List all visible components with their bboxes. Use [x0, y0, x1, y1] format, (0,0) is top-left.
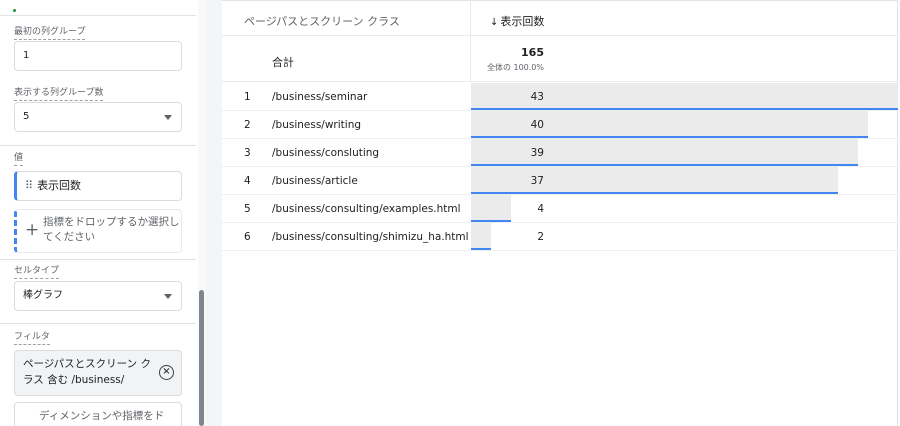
page-path: /business/consulting/shimizu_ha.html — [272, 231, 469, 243]
show-col-groups-select[interactable]: 5 — [14, 102, 182, 132]
row-value: 2 — [537, 231, 544, 243]
total-value: 165 — [521, 46, 544, 59]
row-number: 3 — [244, 147, 251, 159]
divider — [0, 145, 196, 146]
bar-accent-line — [471, 164, 858, 166]
row-value: 43 — [530, 91, 544, 103]
cell-type-select[interactable]: 棒グラフ — [14, 281, 182, 311]
divider — [0, 259, 196, 260]
metric-chip-label: 表示回数 — [37, 179, 82, 192]
divider — [0, 15, 196, 16]
free-form-table: ページパスとスクリーン クラス ↓ 表示回数 合計 165 全体の 100.0% … — [222, 0, 900, 426]
row-number: 6 — [244, 231, 251, 243]
bar-accent-line — [471, 108, 898, 110]
table-row[interactable]: 4 /business/article 37 — [222, 167, 898, 195]
cell-type-value: 棒グラフ — [23, 290, 63, 301]
table-row[interactable]: 6 /business/consulting/shimizu_ha.html 2 — [222, 223, 898, 251]
row-number: 4 — [244, 175, 251, 187]
chevron-down-icon — [164, 115, 172, 120]
bar-accent-line — [471, 136, 868, 138]
first-col-group-label: 最初の列グループ — [14, 27, 86, 40]
metric-chip[interactable]: ⠿ 表示回数 — [14, 171, 182, 201]
add-filter-button[interactable]: ディメンションや指標をド — [14, 402, 182, 426]
row-value: 39 — [530, 147, 544, 159]
settings-panel: 最初の列グループ 1 表示する列グループ数 5 値 ⠿ 表示回数 + 指標をドロッ… — [0, 0, 206, 426]
page-path: /business/consulting/examples.html — [272, 203, 461, 215]
metric-header-label: 表示回数 — [500, 15, 545, 28]
row-number: 1 — [244, 91, 251, 103]
filter-chip[interactable]: ページパスとスクリーン クラス 含む /business/ × — [14, 350, 182, 396]
page-path: /business/consluting — [272, 147, 380, 159]
first-col-group-input[interactable]: 1 — [14, 41, 182, 71]
filter-label: フィルタ — [14, 332, 50, 345]
show-col-groups-value: 5 — [23, 111, 30, 122]
remove-filter-icon[interactable]: × — [159, 365, 174, 380]
table-row[interactable]: 2 /business/writing 40 — [222, 111, 898, 139]
metric-drop-zone[interactable]: + 指標をドロップするか選択してください — [14, 209, 182, 253]
table-header: ページパスとスクリーン クラス ↓ 表示回数 — [222, 0, 898, 36]
sort-descending-icon: ↓ — [490, 17, 499, 28]
bar-accent-line — [471, 220, 511, 222]
page-path: /business/seminar — [272, 91, 368, 103]
metric-column-header[interactable]: ↓ 表示回数 — [490, 13, 544, 29]
bar-accent-line — [471, 192, 838, 194]
total-percent: 全体の 100.0% — [486, 63, 544, 72]
row-value: 40 — [530, 119, 544, 131]
cell-type-label: セルタイプ — [14, 266, 60, 279]
panel-gap — [206, 0, 222, 426]
bar-accent-line — [471, 248, 491, 250]
filter-chip-text: ページパスとスクリーン クラス 含む /business/ — [23, 358, 151, 386]
scrollbar-thumb[interactable] — [199, 290, 204, 426]
row-value: 4 — [537, 203, 544, 215]
table-row[interactable]: 3 /business/consluting 39 — [222, 139, 898, 167]
row-number: 5 — [244, 203, 251, 215]
status-dot — [13, 9, 16, 12]
page-path: /business/article — [272, 175, 358, 187]
divider — [0, 323, 196, 324]
total-row: 合計 165 全体の 100.0% — [222, 36, 898, 82]
page-path: /business/writing — [272, 119, 362, 131]
drag-handle-icon[interactable]: ⠿ — [25, 172, 33, 200]
table-row[interactable]: 1 /business/seminar 43 — [222, 83, 898, 111]
drop-zone-text: 指標をドロップするか選択してください — [43, 216, 180, 243]
show-col-groups-label: 表示する列グループ数 — [14, 88, 104, 101]
total-label: 合計 — [272, 56, 294, 69]
value-section-label: 値 — [14, 153, 24, 166]
dimension-column-header[interactable]: ページパスとスクリーン クラス — [244, 13, 400, 29]
chevron-down-icon — [164, 294, 172, 299]
row-value: 37 — [530, 175, 544, 187]
row-number: 2 — [244, 119, 251, 131]
table-row[interactable]: 5 /business/consulting/examples.html 4 — [222, 195, 898, 223]
plus-icon: + — [25, 220, 40, 240]
